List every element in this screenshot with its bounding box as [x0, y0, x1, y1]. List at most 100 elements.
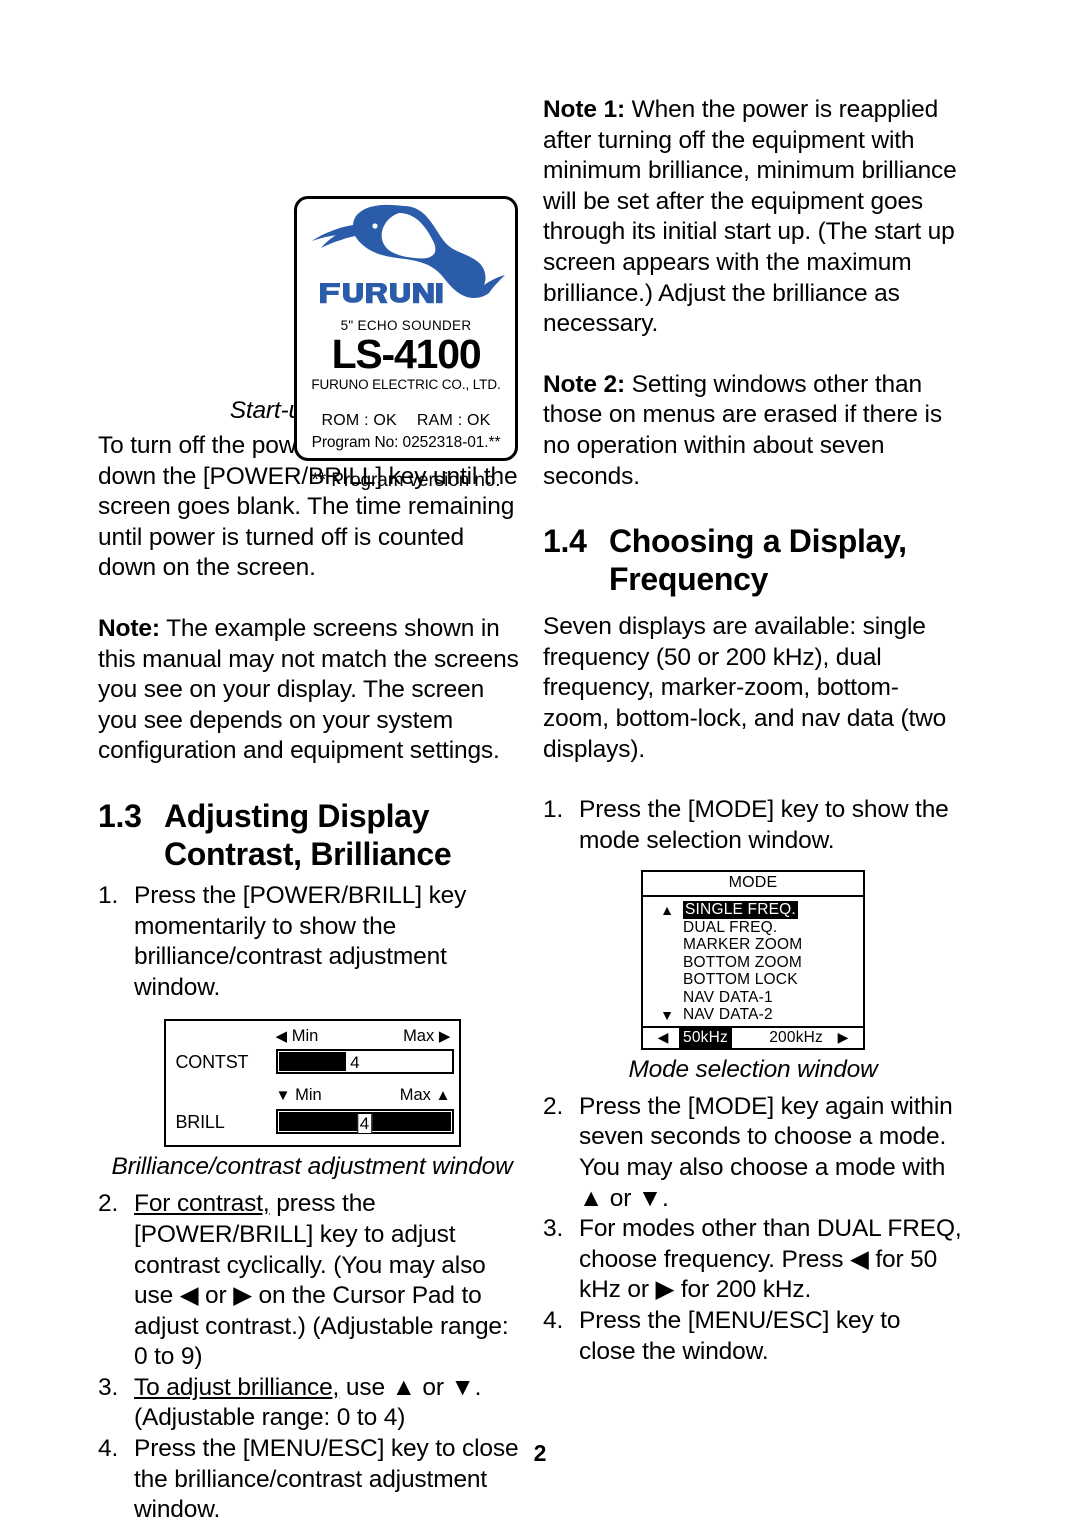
brill-max-label: Max [399, 1086, 431, 1105]
mode-selection-window-caption: Mode selection window [628, 1055, 878, 1083]
steps-list-1-3-rest: 2. For contrast, press the [POWER/BRILL]… [98, 1189, 526, 1526]
mode-list-item[interactable]: ▼ NAV DATA-2 [643, 1006, 863, 1024]
page-number: 2 [533, 1440, 547, 1466]
list-item: 3. To adjust brilliance, use ▲ or ▼. (Ad… [98, 1373, 526, 1434]
section-title: Choosing a Display, Frequency [609, 522, 963, 598]
company-name: FURUNO ELECTRIC CO., LTD. [311, 377, 501, 392]
ram-status: RAM : OK [416, 412, 491, 429]
mode-scroll-up-icon: ▲ [660, 902, 674, 919]
mode-list-item-label: SINGLE FREQ. [683, 901, 798, 920]
steps-list-1-4-first: 1. Press the [MODE] key to show the mode… [543, 795, 963, 856]
step-text: For modes other than DUAL FREQ, choose f… [579, 1215, 962, 1304]
mode-frequency-row: ◀ 50kHz 200kHz ▶ [643, 1025, 863, 1048]
contrast-slider-fill [278, 1052, 347, 1072]
list-item: 1. Press the [POWER/BRILL] key momentari… [98, 881, 526, 1003]
mode-list-item[interactable]: MARKER ZOOM [643, 936, 863, 954]
contrast-minmax-row: ◀ Min Max ▶ [276, 1027, 451, 1046]
note-1-label: Note 1: [543, 96, 625, 123]
contrast-value: 4 [350, 1053, 360, 1073]
mode-selection-window: MODE ▲ SINGLE FREQ. DUAL FREQ. MARKER ZOOM B… [641, 870, 865, 1050]
mode-list-item-label: NAV DATA-1 [683, 988, 773, 1006]
list-item: 3. For modes other than DUAL FREQ, choos… [543, 1214, 963, 1306]
mode-list-item[interactable]: BOTTOM ZOOM [643, 954, 863, 972]
right-column: Note 1: When the power is reapplied afte… [543, 95, 963, 1367]
step-marker: 3. [98, 1373, 119, 1401]
mode-list-item-label: MARKER ZOOM [683, 936, 803, 954]
step-underlined-lead: For contrast, [134, 1190, 270, 1218]
manual-page: 5" ECHO SOUNDER LS-4100 FURUNO ELECTRIC … [0, 0, 1080, 1528]
mode-list-item-label: NAV DATA-2 [683, 1006, 773, 1024]
section-heading-1-3: 1.3 Adjusting Display Contrast, Brillian… [98, 797, 526, 873]
contrast-max-label: Max [403, 1027, 435, 1046]
paragraph-note-2: Note 2: Setting windows other than those… [543, 370, 963, 492]
step-text: Press the [MENU/ESC] key to close the wi… [579, 1306, 901, 1365]
step-marker: 4. [543, 1306, 564, 1334]
list-item: 1. Press the [MODE] key to show the mode… [543, 795, 963, 856]
contrast-min-group: ◀ Min [276, 1027, 319, 1046]
startup-screen-box: 5" ECHO SOUNDER LS-4100 FURUNO ELECTRIC … [294, 196, 518, 461]
up-arrow-icon: ▲ [435, 1087, 451, 1105]
freq-50khz-option[interactable]: 50kHz [679, 1027, 732, 1048]
list-item: 4. Press the [MENU/ESC] key to close the… [543, 1306, 963, 1367]
section-heading-1-4: 1.4 Choosing a Display, Frequency [543, 522, 963, 598]
right-arrow-icon: ▶ [438, 1028, 451, 1046]
paragraph-note-1: Note 1: When the power is reapplied afte… [543, 95, 963, 340]
paragraph-note: Note: The example screens shown in this … [98, 614, 526, 767]
contrast-row-label: CONTST [175, 1052, 249, 1073]
startup-screen-figure: 5" ECHO SOUNDER LS-4100 FURUNO ELECTRIC … [294, 196, 518, 492]
section-number: 1.3 [98, 797, 142, 834]
section-title-line1: Choosing a Display, [609, 523, 907, 560]
program-version-footnote: ** Program version no. [311, 470, 501, 491]
steps-list-1-4-rest: 2. Press the [MODE] key again within sev… [543, 1092, 963, 1367]
brill-max-group: Max ▲ [400, 1086, 451, 1105]
mode-item-list: ▲ SINGLE FREQ. DUAL FREQ. MARKER ZOOM BOTTOM… [643, 897, 863, 1026]
step-marker: 1. [98, 881, 119, 909]
freq-right-arrow-icon[interactable]: ▶ [833, 1029, 853, 1046]
contrast-slider[interactable]: 4 [275, 1049, 454, 1075]
note-body: The example screens shown in this manual… [98, 614, 519, 765]
step-marker: 1. [543, 796, 564, 824]
freq-200khz-option[interactable]: 200kHz [769, 1029, 823, 1047]
mode-list-item[interactable]: BOTTOM LOCK [643, 971, 863, 989]
steps-list-1-3-first: 1. Press the [POWER/BRILL] key momentari… [98, 881, 526, 1003]
down-arrow-icon: ▼ [275, 1087, 291, 1105]
brill-row-label: BRILL [175, 1112, 225, 1133]
section-title-line2: Contrast, Brilliance [164, 835, 452, 872]
contrast-min-label: Min [291, 1027, 319, 1046]
brilliance-contrast-window-caption: Brilliance/contrast adjustment window [111, 1153, 513, 1181]
freq-left-arrow-icon[interactable]: ◀ [653, 1029, 673, 1046]
model-name: LS-4100 [331, 331, 482, 377]
note-1-body: When the power is reapplied after turnin… [543, 96, 957, 338]
step-text: Press the [MODE] key again within seven … [579, 1092, 953, 1212]
step-text: To adjust brilliance, use ▲ or ▼. (Adjus… [134, 1373, 526, 1434]
note-label: Note: [98, 614, 160, 642]
mode-list-item[interactable]: NAV DATA-1 [643, 989, 863, 1007]
left-column: 5" ECHO SOUNDER LS-4100 FURUNO ELECTRIC … [98, 95, 526, 1526]
furuno-wordmark-icon [320, 283, 443, 304]
furuno-logo-area [297, 199, 515, 317]
section-number: 1.4 [543, 523, 587, 560]
rom-ram-status: ROM : OK RAM : OK [297, 412, 515, 430]
brill-slider[interactable]: 4 [275, 1109, 454, 1135]
mode-list-item[interactable]: ▲ SINGLE FREQ. [643, 901, 863, 920]
section-title-line1: Adjusting Display [164, 797, 430, 834]
program-number: Program No: 0252318-01.** [311, 434, 501, 451]
brill-min-label: Min [295, 1086, 322, 1105]
brilliance-contrast-window: ◀ Min Max ▶ CONTST 4 ▼ Min Max ▲ BRILL 4 [163, 1019, 461, 1148]
step-text: Press the [MODE] key to show the mode se… [579, 796, 949, 854]
mode-list-item[interactable]: DUAL FREQ. [643, 919, 863, 937]
mode-list-item-label: BOTTOM ZOOM [683, 953, 803, 971]
paragraph-displays-intro: Seven displays are available: single fre… [543, 613, 947, 763]
mode-scroll-down-icon: ▼ [660, 1007, 674, 1024]
list-item: 2. For contrast, press the [POWER/BRILL]… [98, 1189, 526, 1373]
step-marker: 2. [98, 1190, 119, 1218]
rom-status: ROM : OK [321, 412, 397, 429]
contrast-max-group: Max ▶ [403, 1027, 450, 1046]
brill-value: 4 [356, 1113, 373, 1135]
mode-list-item-label: DUAL FREQ. [683, 918, 778, 936]
note-2-label: Note 2: [543, 370, 625, 398]
step-text: For contrast, press the [POWER/BRILL] ke… [134, 1189, 526, 1373]
mode-window-title: MODE [643, 872, 863, 898]
section-title: Adjusting Display Contrast, Brilliance [164, 797, 526, 873]
left-arrow-icon: ◀ [275, 1028, 288, 1046]
